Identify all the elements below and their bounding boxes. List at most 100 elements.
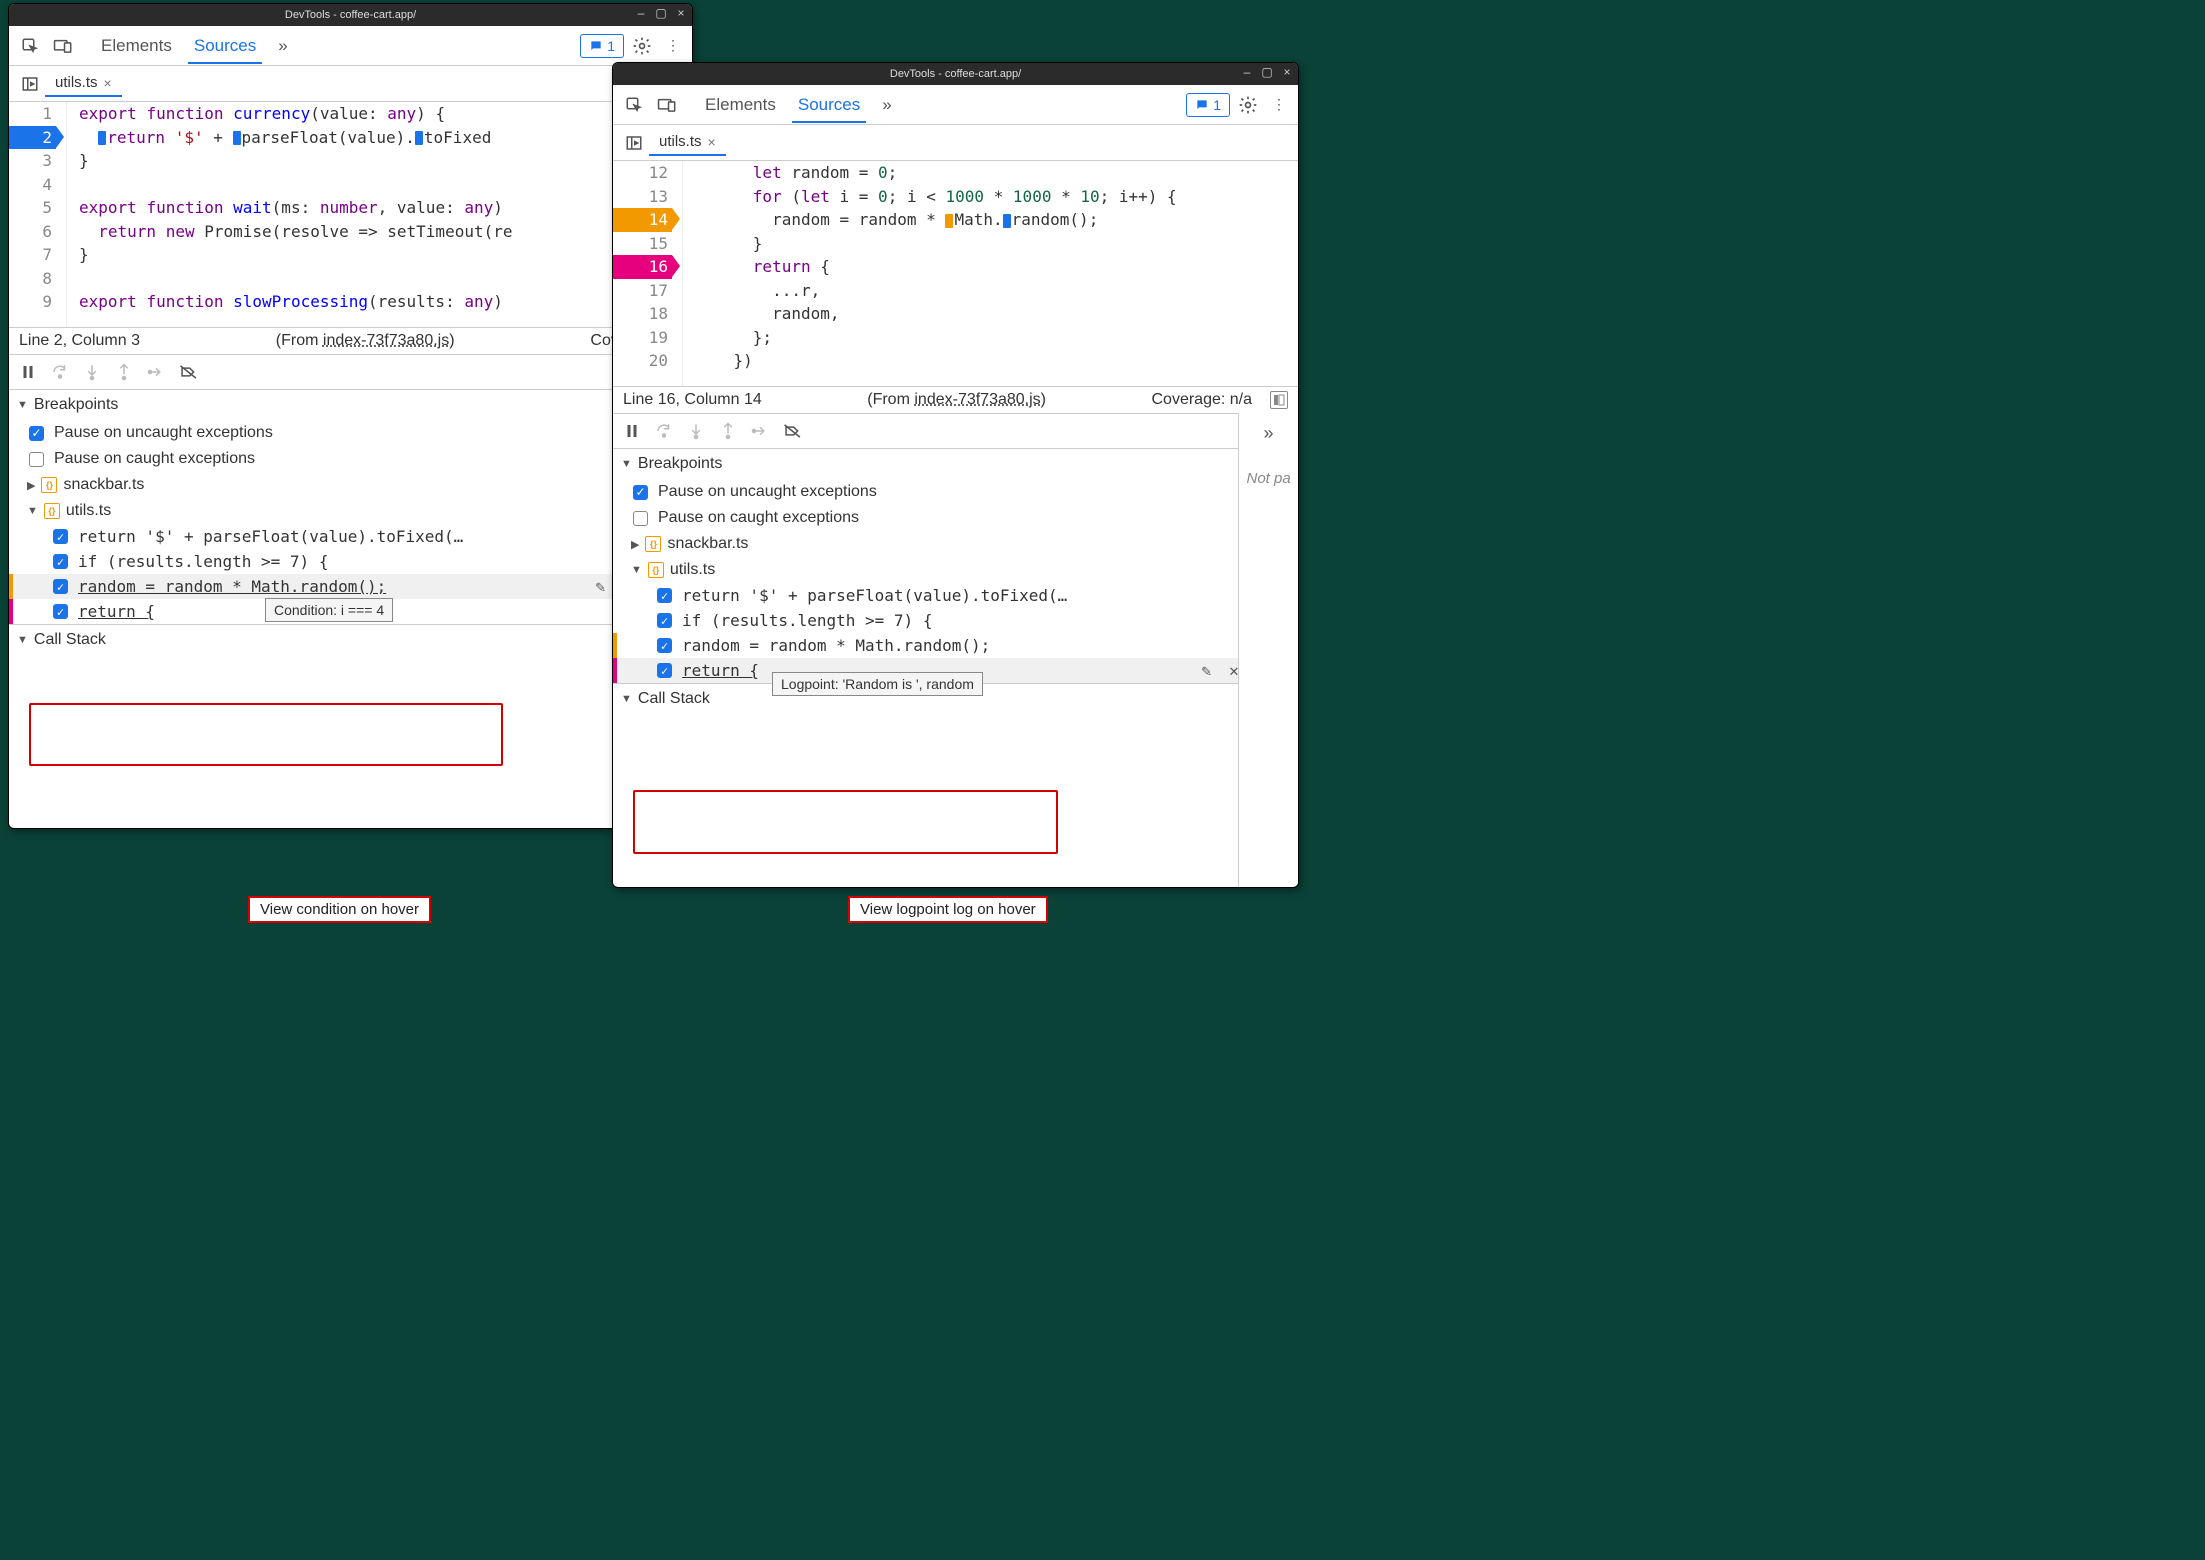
deactivate-breakpoints-icon[interactable] bbox=[179, 363, 199, 381]
coverage-label: Coverage: n/a bbox=[1151, 391, 1252, 409]
checkbox-unchecked[interactable] bbox=[29, 452, 44, 467]
main-toolbar: Elements Sources » 1 ⋮ bbox=[9, 26, 692, 66]
ts-file-icon: {} bbox=[41, 477, 57, 493]
close-button[interactable]: × bbox=[674, 6, 688, 20]
pause-caught-row[interactable]: Pause on caught exceptions bbox=[613, 505, 1298, 531]
pause-uncaught-row[interactable]: Pause on uncaught exceptions bbox=[9, 420, 692, 446]
device-icon[interactable] bbox=[47, 31, 79, 61]
checkbox-checked[interactable] bbox=[53, 579, 68, 594]
edit-icon[interactable]: ✎ bbox=[591, 577, 609, 596]
expand-icon[interactable]: » bbox=[1257, 417, 1279, 450]
line-gutter[interactable]: 12 13 14 15 16 17 18 19 20 bbox=[613, 161, 683, 386]
settings-icon[interactable] bbox=[1232, 89, 1264, 121]
file-group-snackbar[interactable]: ▶{}snackbar.ts bbox=[9, 472, 692, 498]
checkbox-unchecked[interactable] bbox=[633, 511, 648, 526]
breakpoint-row[interactable]: return '$' + parseFloat(value).toFixed(…… bbox=[9, 524, 692, 549]
kebab-icon[interactable]: ⋮ bbox=[660, 31, 686, 60]
checkbox-checked[interactable] bbox=[657, 613, 672, 628]
caption-left: View condition on hover bbox=[248, 896, 431, 923]
file-group-utils[interactable]: ▼{}utils.ts bbox=[613, 557, 1298, 583]
source-map-link[interactable]: index-73f73a80.js bbox=[323, 332, 449, 349]
devtools-window-left: DevTools - coffee-cart.app/ – ▢ × Elemen… bbox=[8, 3, 693, 829]
edit-icon[interactable]: ✎ bbox=[1197, 661, 1215, 680]
source-map-from: (From index-73f73a80.js) bbox=[780, 391, 1134, 409]
inspect-icon[interactable] bbox=[619, 90, 649, 120]
file-tabs: utils.ts × bbox=[9, 66, 692, 102]
inspect-icon[interactable] bbox=[15, 31, 45, 61]
maximize-button[interactable]: ▢ bbox=[654, 6, 668, 20]
panel-tabs: Elements Sources » bbox=[95, 28, 294, 64]
breakpoint-row[interactable]: if (results.length >= 7) {10 bbox=[613, 608, 1298, 633]
deactivate-breakpoints-icon[interactable] bbox=[783, 422, 803, 440]
settings-icon[interactable] bbox=[626, 30, 658, 62]
breakpoint-row[interactable]: if (results.length >= 7) {10 bbox=[9, 549, 692, 574]
minimize-button[interactable]: – bbox=[634, 6, 648, 20]
close-button[interactable]: × bbox=[1280, 65, 1294, 79]
step-over-icon[interactable] bbox=[655, 422, 673, 440]
breakpoint-row[interactable]: return '$' + parseFloat(value).toFixed(…… bbox=[613, 583, 1298, 608]
step-out-icon[interactable] bbox=[719, 422, 737, 440]
pause-icon[interactable] bbox=[623, 422, 641, 440]
checkbox-checked[interactable] bbox=[657, 638, 672, 653]
line-gutter[interactable]: 1 2 3 4 5 6 7 8 9 bbox=[9, 102, 67, 327]
step-over-icon[interactable] bbox=[51, 363, 69, 381]
maximize-button[interactable]: ▢ bbox=[1260, 65, 1274, 79]
window-title: DevTools - coffee-cart.app/ bbox=[890, 68, 1021, 80]
step-into-icon[interactable] bbox=[83, 363, 101, 381]
step-icon[interactable] bbox=[751, 422, 769, 440]
checkbox-checked[interactable] bbox=[657, 588, 672, 603]
chevron-down-icon: ▼ bbox=[621, 693, 632, 705]
file-group-snackbar[interactable]: ▶{}snackbar.ts bbox=[613, 531, 1298, 557]
not-paused-label: Not pa bbox=[1241, 470, 1297, 487]
close-icon[interactable]: × bbox=[708, 134, 716, 150]
tab-elements[interactable]: Elements bbox=[95, 28, 178, 64]
checkbox-checked[interactable] bbox=[29, 426, 44, 441]
messages-badge[interactable]: 1 bbox=[1186, 93, 1230, 117]
close-icon[interactable]: × bbox=[104, 75, 112, 91]
code-editor[interactable]: 1 2 3 4 5 6 7 8 9 export function curren… bbox=[9, 102, 692, 327]
tab-sources[interactable]: Sources bbox=[792, 87, 866, 123]
step-into-icon[interactable] bbox=[687, 422, 705, 440]
code-content: let random = 0; for (let i = 0; i < 1000… bbox=[683, 161, 1177, 386]
pause-caught-row[interactable]: Pause on caught exceptions bbox=[9, 446, 692, 472]
file-tab-label: utils.ts bbox=[55, 74, 98, 91]
chevron-down-icon: ▼ bbox=[631, 564, 642, 576]
caption-right: View logpoint log on hover bbox=[848, 896, 1048, 923]
checkbox-checked[interactable] bbox=[657, 663, 672, 678]
breakpoint-row[interactable]: random = random * Math.random();14 bbox=[613, 633, 1298, 658]
pause-icon[interactable] bbox=[19, 363, 37, 381]
minimize-button[interactable]: – bbox=[1240, 65, 1254, 79]
show-navigator-icon[interactable] bbox=[15, 69, 45, 99]
pause-uncaught-row[interactable]: Pause on uncaught exceptions bbox=[613, 479, 1298, 505]
checkbox-checked[interactable] bbox=[53, 554, 68, 569]
logpoint-tooltip: Logpoint: 'Random is ', random bbox=[772, 672, 983, 696]
tab-sources[interactable]: Sources bbox=[188, 28, 262, 64]
show-navigator-icon[interactable] bbox=[619, 128, 649, 158]
messages-count: 1 bbox=[607, 38, 615, 54]
kebab-icon[interactable]: ⋮ bbox=[1266, 90, 1292, 119]
checkbox-checked[interactable] bbox=[53, 529, 68, 544]
device-icon[interactable] bbox=[651, 90, 683, 120]
tab-more[interactable]: » bbox=[272, 28, 293, 64]
callstack-header[interactable]: ▼Call Stack bbox=[9, 624, 692, 655]
window-title: DevTools - coffee-cart.app/ bbox=[285, 9, 416, 21]
code-editor[interactable]: 12 13 14 15 16 17 18 19 20 let random = … bbox=[613, 161, 1298, 386]
breakpoints-header[interactable]: ▼Breakpoints bbox=[613, 448, 1298, 479]
step-icon[interactable] bbox=[147, 363, 165, 381]
debugger-toolbar bbox=[9, 354, 692, 389]
checkbox-checked[interactable] bbox=[633, 485, 648, 500]
messages-badge[interactable]: 1 bbox=[580, 34, 624, 58]
breakpoint-row-hovered[interactable]: return { ✎ ✕ 16 Logpoint: 'Random is ', … bbox=[613, 658, 1298, 683]
file-group-utils[interactable]: ▼{}utils.ts bbox=[9, 498, 692, 524]
file-tab-utils[interactable]: utils.ts × bbox=[649, 129, 726, 156]
coverage-icon[interactable] bbox=[1270, 391, 1288, 409]
tab-more[interactable]: » bbox=[876, 87, 897, 123]
checkbox-checked[interactable] bbox=[53, 604, 68, 619]
breakpoints-header[interactable]: ▼Breakpoints bbox=[9, 389, 692, 420]
tab-elements[interactable]: Elements bbox=[699, 87, 782, 123]
source-map-link[interactable]: index-73f73a80.js bbox=[914, 391, 1040, 408]
file-tab-utils[interactable]: utils.ts × bbox=[45, 70, 122, 97]
breakpoint-row-hovered[interactable]: random = random * Math.random(); ✎ ✕ 14 … bbox=[9, 574, 692, 599]
window-controls: – ▢ × bbox=[634, 6, 688, 20]
step-out-icon[interactable] bbox=[115, 363, 133, 381]
